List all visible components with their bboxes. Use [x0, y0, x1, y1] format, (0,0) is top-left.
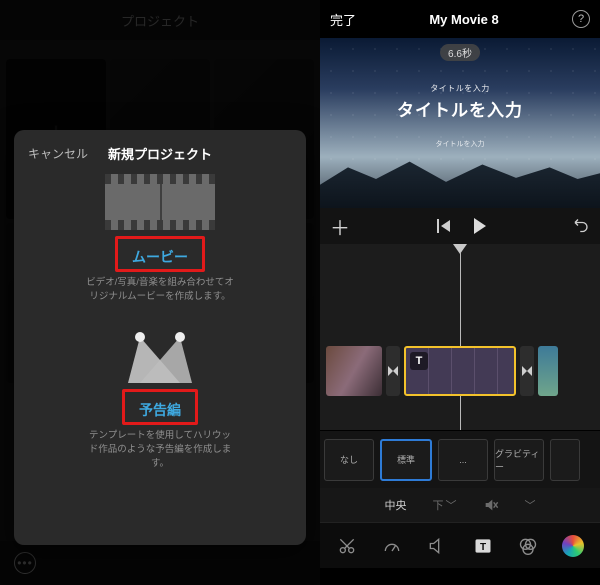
preview-artwork	[320, 150, 600, 208]
clip[interactable]	[538, 346, 558, 396]
show-more-icon[interactable]: ﹀	[525, 497, 536, 513]
video-track: T	[320, 344, 600, 398]
editor-header: 完了 My Movie 8 ?	[320, 0, 600, 38]
new-project-sheet: キャンセル 新規プロジェクト ムービー ビデオ/写真/音楽を組み合わせてオ リジ…	[14, 130, 306, 545]
highlight-movie: ムービー	[115, 236, 205, 272]
sheet-header: キャンセル 新規プロジェクト	[28, 140, 292, 166]
audio-tool-button[interactable]	[420, 531, 454, 561]
duration-badge: 6.6秒	[440, 44, 480, 61]
speed-tool-button[interactable]	[375, 531, 409, 561]
style-chip-label: なし	[340, 453, 358, 466]
project-title: My Movie 8	[429, 12, 498, 27]
color-wheel-icon	[562, 535, 584, 557]
clip[interactable]	[326, 346, 382, 396]
editor-toolbar: T	[320, 522, 600, 568]
cancel-button[interactable]: キャンセル	[28, 145, 88, 162]
transport-bar: ＋	[320, 208, 600, 244]
clip-selected[interactable]: T	[404, 346, 516, 396]
title-badge-icon: T	[410, 352, 428, 370]
position-center[interactable]: 中央	[385, 497, 407, 513]
style-chip-label: 標準	[397, 453, 415, 466]
style-chip-label: グラビティー	[495, 447, 543, 473]
spotlight-icon	[124, 331, 196, 383]
title-tool-button[interactable]: T	[466, 531, 500, 561]
style-chip[interactable]	[550, 439, 580, 481]
timeline[interactable]: T	[320, 244, 600, 430]
style-chip-gravity[interactable]: グラビティー	[494, 439, 544, 481]
style-chip-none[interactable]: なし	[324, 439, 374, 481]
color-tool-button[interactable]	[556, 531, 590, 561]
playhead-line[interactable]	[460, 253, 461, 430]
title-position-row: 中央 下 ﹀ ﹀	[320, 488, 600, 522]
chevron-down-icon: ﹀	[525, 497, 536, 513]
movie-description: ビデオ/写真/音楽を組み合わせてオ リジナルムービーを作成します。	[86, 276, 234, 305]
title-overlay[interactable]: タイトルを入力 タイトルを入力 タイトルを入力	[320, 83, 600, 149]
title-tiny: タイトルを入力	[320, 139, 600, 149]
style-chip[interactable]: ...	[438, 439, 488, 481]
transition-handle[interactable]	[386, 346, 400, 396]
done-button[interactable]: 完了	[330, 10, 356, 29]
chevron-down-icon: ﹀	[446, 497, 457, 513]
help-icon[interactable]: ?	[572, 10, 590, 28]
title-style-row[interactable]: なし 標準 ... グラビティー	[320, 430, 600, 488]
title-main: タイトルを入力	[320, 96, 600, 121]
trailer-description: テンプレートを使用してハリウッ ド作品のような予告編を作成しま す。	[89, 429, 232, 472]
transition-handle[interactable]	[520, 346, 534, 396]
filmstrip-icon	[105, 174, 215, 230]
editor-screen: 完了 My Movie 8 ? 6.6秒 タイトルを入力 タイトルを入力 タイト…	[320, 0, 600, 585]
trailer-option[interactable]: 予告編	[139, 400, 181, 420]
svg-text:T: T	[480, 542, 486, 553]
preview-viewport[interactable]: 6.6秒 タイトルを入力 タイトルを入力 タイトルを入力	[320, 38, 600, 208]
undo-button[interactable]	[572, 215, 590, 238]
movie-option[interactable]: ムービー	[132, 247, 188, 267]
mute-icon[interactable]	[483, 497, 499, 513]
project-browser-screen: プロジェクト ＋ My Movie 3 My Movie 1 ••• キャンセル…	[0, 0, 320, 585]
cut-tool-button[interactable]	[330, 531, 364, 561]
add-media-button[interactable]: ＋	[330, 212, 350, 241]
position-down[interactable]: 下 ﹀	[433, 497, 457, 513]
skip-start-button[interactable]	[437, 219, 450, 233]
play-button[interactable]	[474, 218, 486, 234]
filter-tool-button[interactable]	[511, 531, 545, 561]
style-chip-label: ...	[459, 455, 467, 465]
style-chip-standard[interactable]: 標準	[380, 439, 432, 481]
sheet-title: 新規プロジェクト	[108, 144, 212, 163]
title-subtitle: タイトルを入力	[320, 83, 600, 94]
highlight-trailer: 予告編	[122, 389, 198, 425]
